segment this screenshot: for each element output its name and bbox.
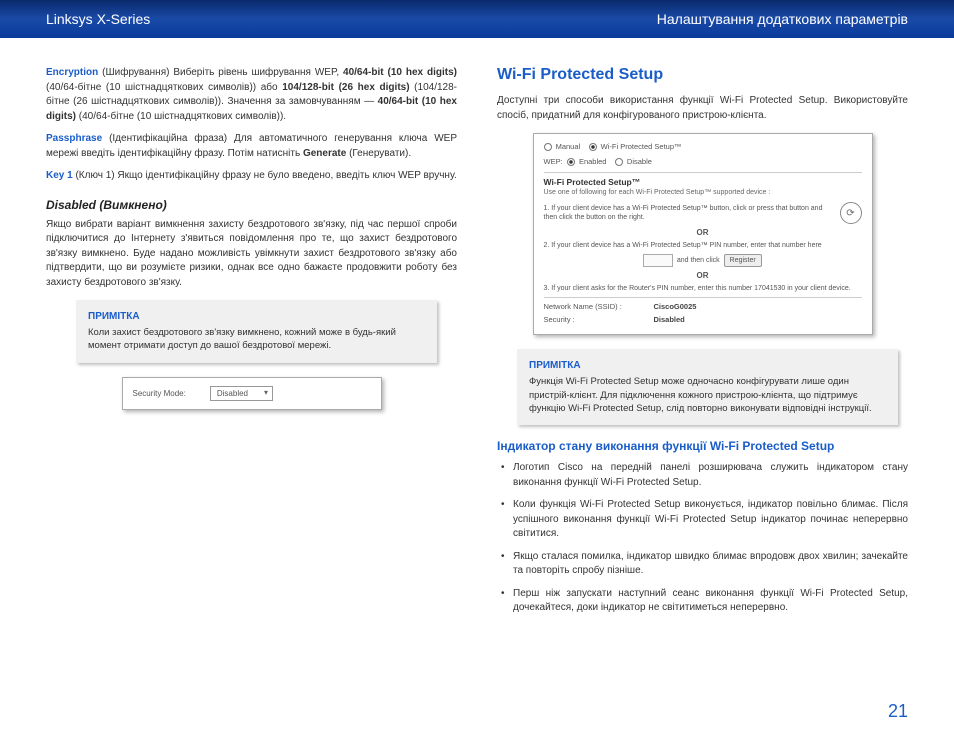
disabled-paragraph: Якщо вибрати варіант вимкнення захисту б… [46,218,457,291]
txt: (Шифрування) Виберіть рівень шифрування … [98,67,343,78]
step1-text: 1. If your client device has a Wi-Fi Pro… [544,204,834,222]
list-item: Якщо сталася помилка, індикатор швидко б… [513,550,908,579]
pin-input [643,254,673,267]
right-column: Wi-Fi Protected Setup Доступні три спосо… [497,66,908,624]
register-button: Register [724,254,762,267]
radio-icon [615,158,623,166]
ssid-row: Network Name (SSID) : CiscoG0025 [544,302,862,311]
note-box-right: ПРИМІТКА Функція Wi-Fi Protected Setup м… [517,349,898,425]
txt-bold: 104/128-bit (26 hex digits) [282,82,409,93]
radio-icon [544,143,552,151]
list-item: Перш ніж запускати наступний сеанс викон… [513,587,908,616]
note-title: ПРИМІТКА [529,359,886,373]
manual-label: Manual [556,142,581,151]
list-item: Логотип Cisco на передній панелі розширю… [513,461,908,490]
security-mode-dropdown: Disabled [210,386,273,401]
wps-sub: Use one of following for each Wi-Fi Prot… [544,189,862,196]
txt-bold: Generate [303,148,346,159]
encryption-paragraph: Encryption (Шифрування) Виберіть рівень … [46,66,457,124]
wps-button-icon: ⟳ [840,202,862,224]
or-divider: OR [544,228,862,237]
step2-text: 2. If your client device has a Wi-Fi Pro… [544,241,862,250]
radio-icon [589,143,597,151]
txt: (40/64-бітне (10 шістнадцяткових символі… [46,82,282,93]
wps-step1: 1. If your client device has a Wi-Fi Pro… [544,202,862,224]
radio-icon [567,158,575,166]
passphrase-paragraph: Passphrase (Ідентифікаційна фраза) Для а… [46,132,457,161]
list-item: Коли функція Wi-Fi Protected Setup викон… [513,498,908,542]
note-box-left: ПРИМІТКА Коли захист бездротового зв'язк… [76,300,437,363]
wps-step2b: and then click Register [544,254,862,267]
ssid-value: CiscoG0025 [654,302,697,311]
page-header: Linksys X-Series Налаштування додаткових… [0,0,954,38]
wps-step2: 2. If your client device has a Wi-Fi Pro… [544,241,862,250]
andclick-text: and then click [677,256,720,265]
wps-intro: Доступні три способи використання функці… [497,94,908,123]
security-row: Security : Disabled [544,315,862,324]
wep-row: WEP: Enabled Disable [544,157,862,166]
content-area: Encryption (Шифрування) Виберіть рівень … [0,38,954,634]
enabled-label: Enabled [579,157,607,166]
step3-text: 3. If your client asks for the Router's … [544,284,862,293]
ssid-key: Network Name (SSID) : [544,302,654,311]
wep-label: WEP: [544,157,563,166]
left-column: Encryption (Шифрування) Виберіть рівень … [46,66,457,624]
page-number: 21 [888,701,908,722]
header-right: Налаштування додаткових параметрів [657,11,908,27]
txt-bold: 40/64-bit (10 hex digits) [343,67,457,78]
wps-screenshot: Manual Wi-Fi Protected Setup™ WEP: Enabl… [533,133,873,335]
sec-value: Disabled [654,315,685,324]
note-title: ПРИМІТКА [88,310,425,324]
sec-key: Security : [544,315,654,324]
txt: (Генерувати). [346,148,411,159]
header-left: Linksys X-Series [46,11,150,27]
encryption-label: Encryption [46,67,98,78]
wps-title: Wi-Fi Protected Setup™ [544,177,862,187]
wps-mode-row: Manual Wi-Fi Protected Setup™ [544,142,862,151]
wps-label: Wi-Fi Protected Setup™ [601,142,682,151]
key1-label: Key 1 [46,170,73,181]
passphrase-label: Passphrase [46,133,102,144]
txt: (40/64-бітне (10 шістнадцяткових символі… [76,111,286,122]
disabled-heading: Disabled (Вимкнено) [46,198,457,212]
note-text: Коли захист бездротового зв'язку вимкнен… [88,327,396,351]
security-mode-screenshot: Security Mode: Disabled [122,377,382,410]
wps-step3: 3. If your client asks for the Router's … [544,284,862,293]
txt: (Ключ 1) Якщо ідентифікаційну фразу не б… [73,170,457,181]
or-divider: OR [544,271,862,280]
disable-label: Disable [627,157,652,166]
indicator-heading: Індикатор стану виконання функції Wi-Fi … [497,439,908,453]
indicator-bullets: Логотип Cisco на передній панелі розширю… [497,461,908,616]
note-text: Функція Wi-Fi Protected Setup може одноч… [529,376,872,414]
security-mode-label: Security Mode: [133,389,186,398]
wps-heading: Wi-Fi Protected Setup [497,66,908,84]
key1-paragraph: Key 1 (Ключ 1) Якщо ідентифікаційну фраз… [46,169,457,184]
